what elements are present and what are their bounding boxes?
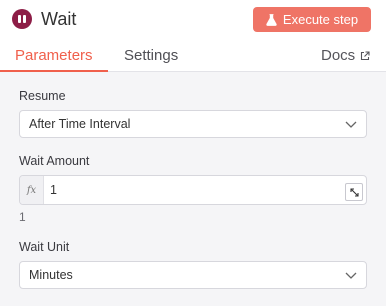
- tab-settings[interactable]: Settings: [124, 47, 178, 65]
- execute-step-button[interactable]: Execute step: [253, 7, 371, 32]
- chevron-down-icon: [345, 272, 357, 279]
- wait-amount-field: fx: [19, 175, 367, 205]
- wait-unit-label: Wait Unit: [19, 240, 70, 254]
- wait-unit-value: Minutes: [29, 268, 73, 282]
- node-details-panel: Wait Execute step Parameters Settings Do…: [0, 0, 386, 306]
- wait-unit-select[interactable]: Minutes: [19, 261, 367, 289]
- resume-label: Resume: [19, 89, 66, 103]
- wait-amount-input[interactable]: [50, 182, 330, 198]
- chevron-down-icon: [345, 121, 357, 128]
- pause-circle-icon: [12, 9, 32, 29]
- resume-select[interactable]: After Time Interval: [19, 110, 367, 138]
- execute-step-label: Execute step: [282, 12, 359, 27]
- expand-editor-icon[interactable]: [345, 183, 363, 201]
- docs-link[interactable]: Docs: [321, 47, 370, 65]
- panel-header: Wait Execute step Parameters Settings Do…: [0, 0, 386, 72]
- external-link-icon: [361, 51, 370, 61]
- active-tab-indicator: [0, 70, 108, 72]
- wait-amount-preview: 1: [19, 210, 26, 224]
- resize-arrow-icon: [349, 187, 359, 197]
- docs-label: Docs: [321, 47, 356, 64]
- node-title[interactable]: Wait: [41, 8, 76, 30]
- expression-toggle-icon[interactable]: fx: [20, 176, 44, 204]
- wait-amount-label: Wait Amount: [19, 154, 90, 168]
- tab-parameters[interactable]: Parameters: [15, 47, 93, 65]
- flask-icon: [266, 13, 277, 26]
- resume-value: After Time Interval: [29, 117, 131, 131]
